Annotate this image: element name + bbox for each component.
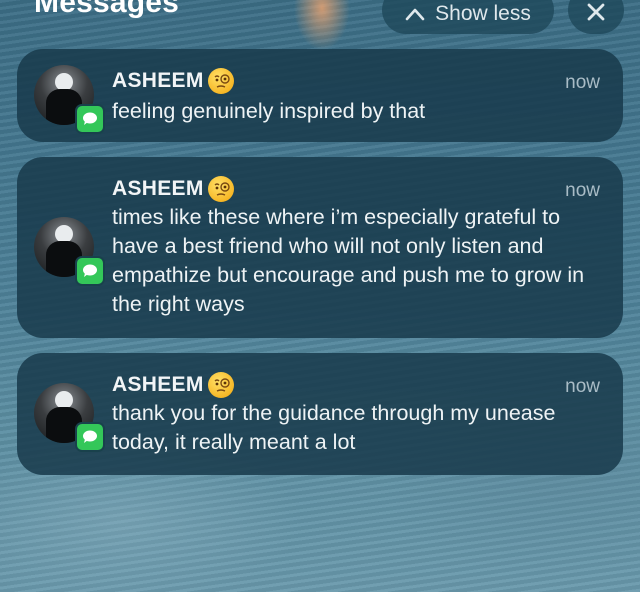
notification-card[interactable]: ASHEEM now feeling genuinely inspired by… (17, 49, 623, 142)
notification-time: now (565, 180, 600, 201)
face-with-monocle-icon (207, 372, 234, 398)
face-with-monocle-icon (207, 176, 234, 202)
notification-message: feeling genuinely inspired by that (112, 99, 426, 123)
show-less-button[interactable]: Show less (382, 0, 554, 34)
notification-message: thank you for the guidance through my un… (112, 401, 556, 454)
chevron-up-icon (405, 7, 425, 21)
notification-time: now (565, 376, 600, 397)
messages-app-icon (75, 104, 105, 134)
face-with-monocle-icon (207, 68, 234, 94)
notification-card[interactable]: ASHEEM now thank you for the guidance th… (17, 353, 623, 475)
notification-message: times like these where i’m especially gr… (112, 205, 585, 316)
notification-card[interactable]: ASHEEM now times like these where i’m es… (17, 157, 623, 338)
notification-time: now (565, 72, 600, 93)
clear-notifications-button[interactable] (568, 0, 624, 34)
show-less-label: Show less (435, 2, 531, 25)
sender-name: ASHEEM (112, 176, 234, 202)
messages-app-icon (75, 256, 105, 286)
sender-name: ASHEEM (112, 68, 234, 94)
messages-app-icon (75, 422, 105, 452)
close-icon (586, 2, 606, 27)
sender-name: ASHEEM (112, 372, 234, 398)
page-title: Messages (34, 0, 180, 19)
